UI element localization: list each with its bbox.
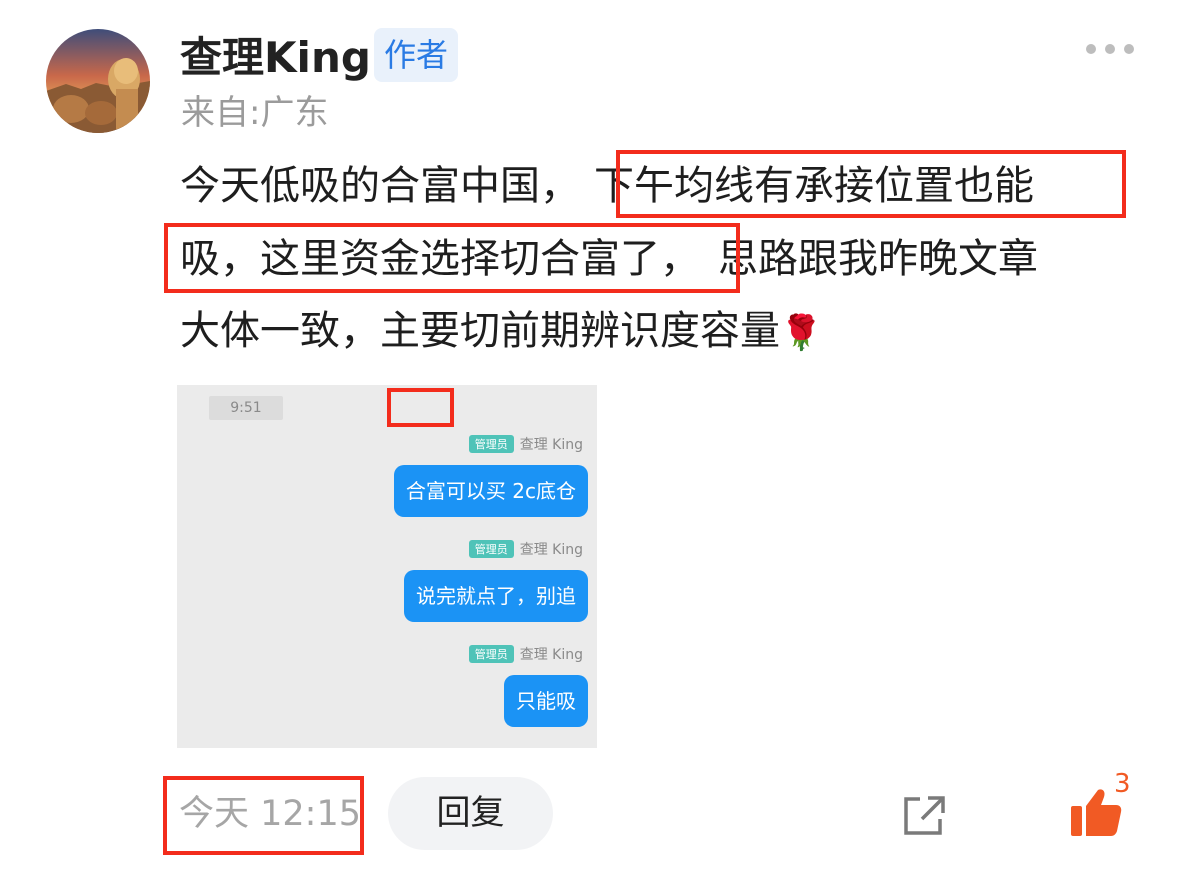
message-meta: 管理员 查理 King (177, 539, 583, 559)
rose-emoji: 🌹 (780, 313, 823, 353)
message-row: 合富可以买 2c底仓 (177, 465, 588, 517)
role-badge: 管理员 (468, 645, 514, 663)
sender-name: 查理 King (519, 647, 583, 663)
highlight-box (163, 776, 364, 855)
message-bubble: 说完就点了，别追 (404, 570, 588, 622)
post-line-3-text: 大体一致，主要切前期辨识度容量 (180, 308, 780, 354)
post-line-1-a: 今天低吸的合富中国， (180, 163, 580, 209)
author-origin: 来自:广东 (181, 93, 329, 133)
message-bubble: 合富可以买 2c底仓 (393, 465, 588, 517)
like-count: 3 (1114, 769, 1131, 799)
message-bubble: 只能吸 (504, 675, 588, 727)
sender-name: 查理 King (519, 542, 583, 558)
chat-time: 9:51 (209, 396, 283, 420)
share-icon[interactable] (900, 793, 948, 837)
post-line-2-b: 思路跟我昨晚文章 (718, 236, 1038, 282)
post-line-3: 大体一致，主要切前期辨识度容量🌹 (180, 302, 822, 362)
author-name[interactable]: 查理King (180, 30, 371, 86)
message-meta: 管理员 查理 King (177, 644, 583, 664)
message-row: 说完就点了，别追 (177, 570, 588, 622)
message-row: 只能吸 (177, 675, 588, 727)
author-badge: 作者 (374, 28, 458, 82)
avatar[interactable] (46, 29, 150, 133)
sender-name: 查理 King (519, 437, 583, 453)
role-badge: 管理员 (468, 540, 514, 558)
highlight-box (616, 150, 1126, 218)
highlight-box (164, 223, 740, 293)
message-meta: 管理员 查理 King (177, 434, 583, 454)
reply-button[interactable]: 回复 (388, 777, 553, 850)
highlight-box (387, 388, 454, 427)
role-badge: 管理员 (468, 435, 514, 453)
more-icon[interactable] (1086, 44, 1134, 54)
